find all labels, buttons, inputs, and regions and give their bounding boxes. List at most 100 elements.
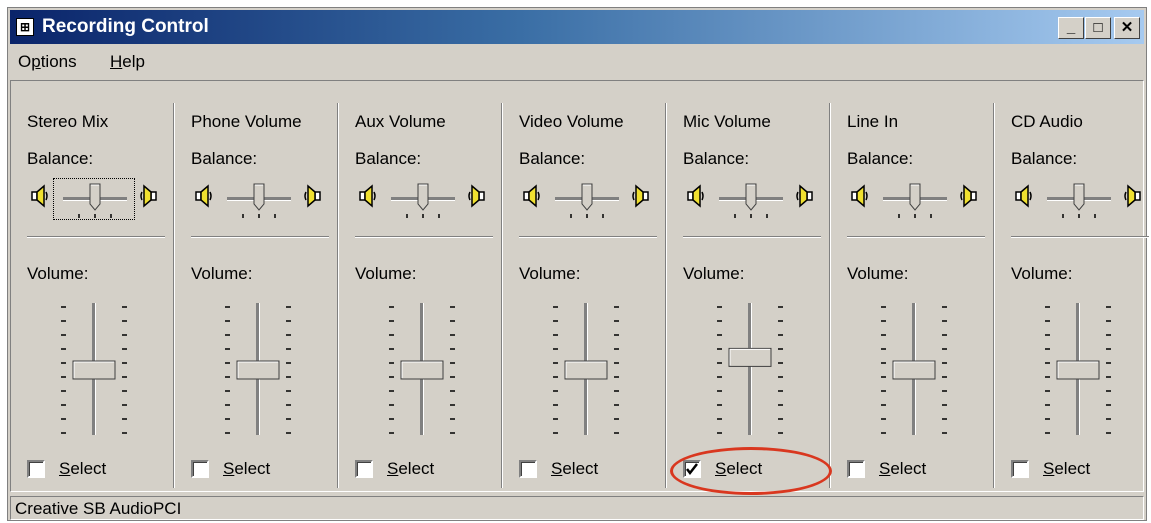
- balance-label: Balance:: [191, 149, 258, 168]
- section-divider: [519, 236, 657, 238]
- balance-control: [1011, 178, 1151, 220]
- status-bar: Creative SB AudioPCI: [10, 496, 1144, 520]
- select-checkbox[interactable]: [191, 460, 209, 478]
- channel-name: CD Audio: [1011, 112, 1083, 131]
- menu-options-text: O: [18, 52, 32, 71]
- select-text: elect: [890, 459, 927, 478]
- section-divider: [355, 236, 493, 238]
- mixer-channel: Line In Balance: Volume: Select: [831, 81, 994, 491]
- volume-slider[interactable]: [387, 299, 457, 439]
- select-accel: S: [59, 459, 71, 478]
- select-text: elect: [70, 459, 107, 478]
- select-checkbox[interactable]: [27, 460, 45, 478]
- menu-options-accel: p: [31, 52, 41, 71]
- balance-slider[interactable]: [551, 180, 623, 220]
- balance-control: [27, 178, 167, 220]
- volume-slider[interactable]: [879, 299, 949, 439]
- volume-label: Volume:: [27, 264, 89, 283]
- section-divider: [27, 236, 165, 238]
- close-button[interactable]: ✕: [1114, 17, 1140, 39]
- title-bar[interactable]: ⊞ Recording Control _ □ ✕: [10, 10, 1144, 44]
- balance-control: [191, 178, 331, 220]
- select-checkbox-row[interactable]: Select: [519, 459, 659, 483]
- balance-control: [355, 178, 495, 220]
- channel-name: Stereo Mix: [27, 112, 109, 131]
- maximize-button[interactable]: □: [1085, 17, 1111, 39]
- menu-help-text: elp: [122, 52, 145, 71]
- minimize-button[interactable]: _: [1058, 17, 1084, 39]
- select-checkbox[interactable]: [355, 460, 373, 478]
- select-checkbox-row[interactable]: Select: [1011, 459, 1151, 483]
- mixer-channel: Video Volume Balance: Volume: Select: [503, 81, 666, 491]
- section-divider: [1011, 236, 1149, 238]
- balance-control: [847, 178, 987, 220]
- window-title: Recording Control: [42, 16, 209, 37]
- select-label: Select: [1043, 459, 1090, 479]
- select-label: Select: [223, 459, 270, 479]
- section-divider: [847, 236, 985, 238]
- select-label: Select: [551, 459, 598, 479]
- section-divider: [191, 236, 329, 238]
- channel-name: Phone Volume: [191, 112, 302, 131]
- volume-slider[interactable]: [1043, 299, 1113, 439]
- recording-control-window: ⊞ Recording Control _ □ ✕ Options Help S…: [7, 7, 1149, 521]
- balance-slider[interactable]: [387, 180, 459, 220]
- focus-rectangle: [53, 178, 135, 220]
- balance-control: [519, 178, 659, 220]
- volume-label: Volume:: [519, 264, 581, 283]
- select-text: elect: [1054, 459, 1091, 478]
- volume-label: Volume:: [847, 264, 909, 283]
- select-accel: S: [551, 459, 563, 478]
- volume-slider[interactable]: [551, 299, 621, 439]
- select-checkbox-row[interactable]: Select: [27, 459, 167, 483]
- select-checkbox[interactable]: [1011, 460, 1029, 478]
- balance-control: [683, 178, 823, 220]
- balance-label: Balance:: [847, 149, 914, 168]
- mixer-channel: Phone Volume Balance: Volume: Select: [175, 81, 338, 491]
- volume-label: Volume:: [355, 264, 417, 283]
- select-checkbox[interactable]: [847, 460, 865, 478]
- balance-slider[interactable]: [879, 180, 951, 220]
- volume-label: Volume:: [683, 264, 745, 283]
- select-text: elect: [398, 459, 435, 478]
- balance-label: Balance:: [519, 149, 586, 168]
- select-accel: S: [879, 459, 891, 478]
- select-checkbox-row[interactable]: Select: [355, 459, 495, 483]
- select-label: Select: [387, 459, 434, 479]
- channel-name: Line In: [847, 112, 899, 131]
- mixer-channel: Aux Volume Balance: Volume: Select: [339, 81, 502, 491]
- volume-label: Volume:: [1011, 264, 1073, 283]
- select-checkbox-row[interactable]: Select: [847, 459, 987, 483]
- select-text: elect: [562, 459, 599, 478]
- channel-name: Mic Volume: [683, 112, 771, 131]
- balance-label: Balance:: [27, 149, 94, 168]
- balance-label: Balance:: [683, 149, 750, 168]
- balance-label: Balance:: [355, 149, 422, 168]
- select-checkbox-row[interactable]: Select: [191, 459, 331, 483]
- menu-bar: Options Help: [10, 46, 1144, 76]
- highlight-ellipse: [670, 447, 832, 495]
- select-label: Select: [879, 459, 926, 479]
- channel-name: Aux Volume: [355, 112, 446, 131]
- mixer-panel: Stereo Mix Balance: Volume: Select Phone Vol…: [10, 80, 1149, 492]
- volume-label: Volume:: [191, 264, 253, 283]
- select-checkbox[interactable]: [519, 460, 537, 478]
- menu-options-text-rest: tions: [40, 52, 77, 71]
- status-device: Creative SB AudioPCI: [15, 499, 182, 518]
- balance-slider[interactable]: [223, 180, 295, 220]
- menu-help[interactable]: Help: [110, 52, 145, 72]
- balance-label: Balance:: [1011, 149, 1078, 168]
- select-accel: S: [223, 459, 235, 478]
- balance-slider[interactable]: [715, 180, 787, 220]
- mixer-channel: CD Audio Balance: Volume: Select: [995, 81, 1151, 491]
- menu-help-accel: H: [110, 52, 123, 71]
- volume-slider[interactable]: [715, 299, 785, 439]
- select-text: elect: [234, 459, 271, 478]
- menu-options[interactable]: Options: [18, 52, 77, 72]
- volume-slider[interactable]: [59, 299, 129, 439]
- mixer-icon[interactable]: ⊞: [16, 18, 34, 36]
- section-divider: [683, 236, 821, 238]
- balance-slider[interactable]: [1043, 180, 1115, 220]
- mixer-channel: Stereo Mix Balance: Volume: Select: [11, 81, 174, 491]
- volume-slider[interactable]: [223, 299, 293, 439]
